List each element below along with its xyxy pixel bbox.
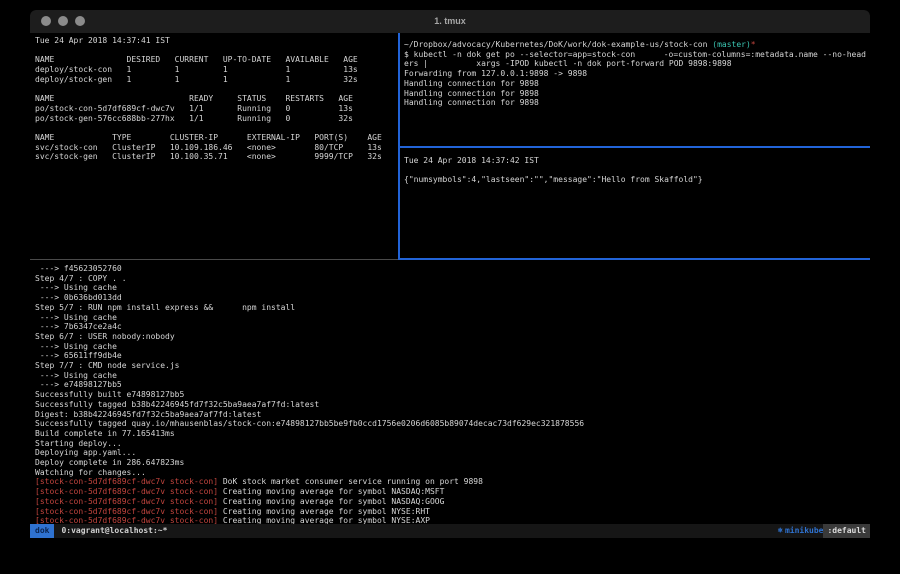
terminal-line	[404, 166, 866, 176]
terminal-line: [stock-con-5d7df689cf-dwc7v stock-con] C…	[35, 497, 865, 507]
terminal-line: Starting deploy...	[35, 439, 865, 449]
terminal-line: po/stock-gen-576cc688bb-277hx 1/1 Runnin…	[35, 114, 397, 124]
terminal-line: ---> 65611ff9db4e	[35, 351, 865, 361]
kubernetes-helm-icon: ⎈	[778, 524, 785, 538]
service-response-pane[interactable]: Tue 24 Apr 2018 14:37:42 IST {"numsymbols…	[404, 156, 866, 256]
terminal-line: svc/stock-gen ClusterIP 10.100.35.71 <no…	[35, 152, 397, 162]
tmux-status-bar: dok 0:vagrant@localhost:~* ⎈ minikube :d…	[30, 524, 870, 538]
terminal-line: deploy/stock-gen 1 1 1 1 32s	[35, 75, 397, 85]
terminal-line: ---> 7b6347ce2a4c	[35, 322, 865, 332]
tmux-terminal: Tue 24 Apr 2018 14:37:41 IST NAME DESIRED…	[30, 33, 870, 545]
skaffold-log-pane[interactable]: ---> f45623052760Step 4/7 : COPY . . ---…	[35, 264, 865, 528]
pane-divider-bottom-left[interactable]	[30, 259, 398, 260]
terminal-line: Handling connection for 9898	[404, 79, 866, 89]
terminal-line: ---> f45623052760	[35, 264, 865, 274]
terminal-line: ---> e74898127bb5	[35, 380, 865, 390]
terminal-line	[35, 85, 397, 95]
pane-divider-right-horizontal[interactable]	[398, 146, 870, 148]
window-list-item[interactable]: 0:vagrant@localhost:~*	[54, 524, 167, 538]
terminal-line: ~/Dropbox/advocacy/Kubernetes/DoK/work/d…	[404, 40, 866, 50]
kube-namespace-label: :default	[823, 524, 870, 538]
terminal-line: svc/stock-con ClusterIP 10.109.186.46 <n…	[35, 143, 397, 153]
terminal-line: ---> Using cache	[35, 371, 865, 381]
terminal-line: ---> Using cache	[35, 313, 865, 323]
terminal-line: Successfully built e74898127bb5	[35, 390, 865, 400]
terminal-line	[35, 123, 397, 133]
kube-context-label: minikube	[785, 524, 824, 538]
terminal-line: Handling connection for 9898	[404, 89, 866, 99]
window-title: 1. tmux	[30, 10, 870, 33]
terminal-line: Handling connection for 9898	[404, 98, 866, 108]
terminal-line: [stock-con-5d7df689cf-dwc7v stock-con] D…	[35, 477, 865, 487]
terminal-line: Build complete in 77.165413ms	[35, 429, 865, 439]
terminal-line: ---> Using cache	[35, 283, 865, 293]
kubectl-resources-pane[interactable]: Tue 24 Apr 2018 14:37:41 IST NAME DESIRED…	[35, 36, 397, 254]
terminal-line: Step 7/7 : CMD node service.js	[35, 361, 865, 371]
terminal-line: deploy/stock-con 1 1 1 1 13s	[35, 65, 397, 75]
status-right-section: ⎈ minikube :default	[778, 524, 870, 538]
terminal-line: ers | xargs -IPOD kubectl -n dok port-fo…	[404, 59, 866, 69]
title-bar: 1. tmux	[30, 10, 870, 33]
terminal-line: Digest: b38b42246945fd7f32c5ba9aea7af7fd…	[35, 410, 865, 420]
terminal-line	[35, 46, 397, 56]
terminal-line: Step 5/7 : RUN npm install express && np…	[35, 303, 865, 313]
terminal-line: Deploying app.yaml...	[35, 448, 865, 458]
pane-divider-bottom-right[interactable]	[398, 258, 870, 260]
terminal-line: Step 6/7 : USER nobody:nobody	[35, 332, 865, 342]
terminal-line: Watching for changes...	[35, 468, 865, 478]
terminal-line: Tue 24 Apr 2018 14:37:42 IST	[404, 156, 866, 166]
session-name-badge: dok	[30, 524, 54, 538]
terminal-line: Step 4/7 : COPY . .	[35, 274, 865, 284]
terminal-line: po/stock-con-5d7df689cf-dwc7v 1/1 Runnin…	[35, 104, 397, 114]
terminal-line: Successfully tagged quay.io/mhausenblas/…	[35, 419, 865, 429]
terminal-window: 1. tmux Tue 24 Apr 2018 14:37:41 IST NAME…	[30, 10, 870, 545]
terminal-line: Deploy complete in 286.647823ms	[35, 458, 865, 468]
terminal-line: NAME DESIRED CURRENT UP-TO-DATE AVAILABL…	[35, 55, 397, 65]
terminal-line: Forwarding from 127.0.0.1:9898 -> 9898	[404, 69, 866, 79]
terminal-line: Tue 24 Apr 2018 14:37:41 IST	[35, 36, 397, 46]
terminal-line: $ kubectl -n dok get po --selector=app=s…	[404, 50, 866, 60]
terminal-line: ---> Using cache	[35, 342, 865, 352]
terminal-line: {"numsymbols":4,"lastseen":"","message":…	[404, 175, 866, 185]
terminal-line: [stock-con-5d7df689cf-dwc7v stock-con] C…	[35, 487, 865, 497]
terminal-line: NAME TYPE CLUSTER-IP EXTERNAL-IP PORT(S)…	[35, 133, 397, 143]
terminal-line: Successfully tagged b38b42246945fd7f32c5…	[35, 400, 865, 410]
port-forward-pane[interactable]: ~/Dropbox/advocacy/Kubernetes/DoK/work/d…	[404, 40, 866, 144]
terminal-line: ---> 0b636bd013dd	[35, 293, 865, 303]
terminal-line: [stock-con-5d7df689cf-dwc7v stock-con] C…	[35, 507, 865, 517]
terminal-line: NAME READY STATUS RESTARTS AGE	[35, 94, 397, 104]
